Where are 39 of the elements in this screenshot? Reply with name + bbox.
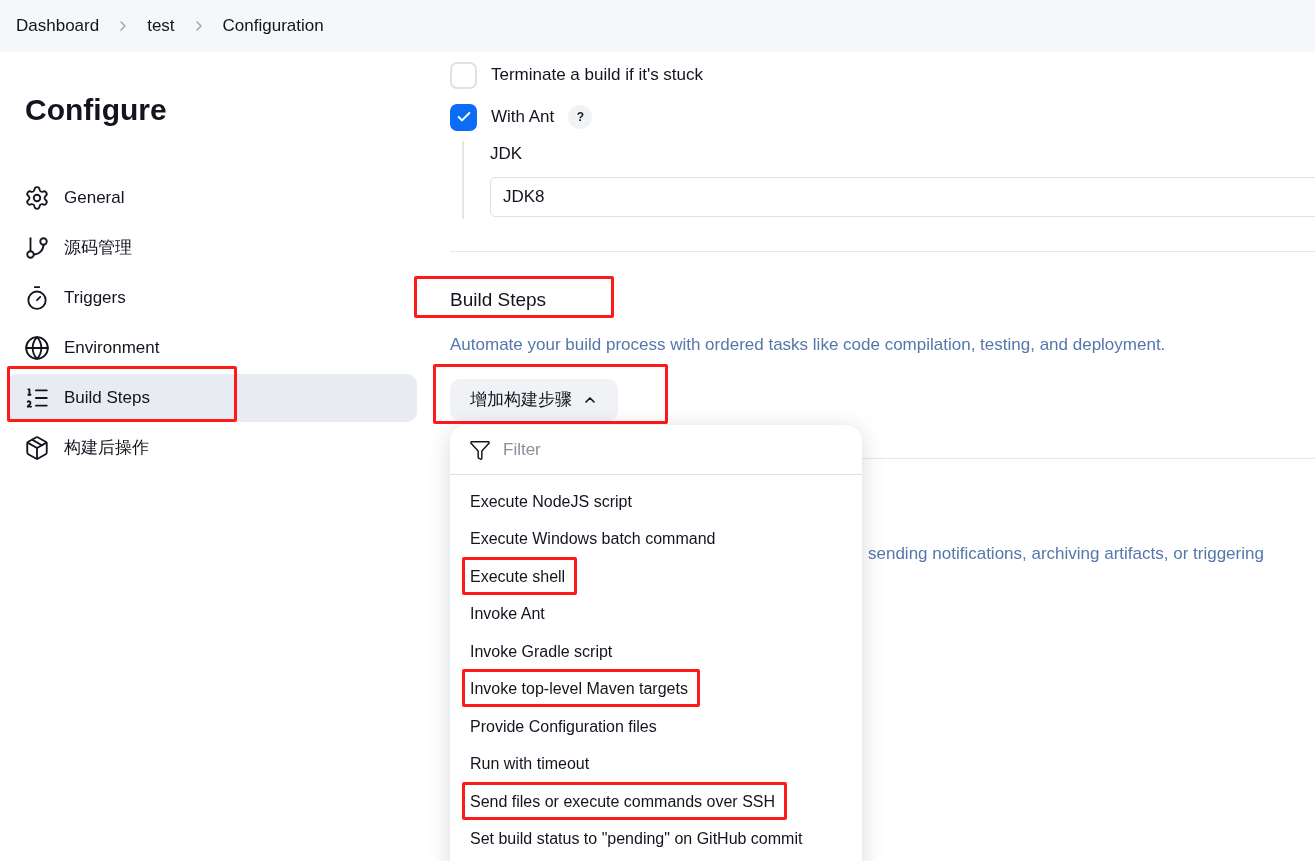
- menu-item[interactable]: Send files or execute commands over SSH: [470, 792, 776, 810]
- sidebar-item-icon: [24, 235, 50, 261]
- menu-item[interactable]: Execute Windows batch command: [470, 530, 716, 548]
- menu-item[interactable]: Run with timeout: [470, 755, 590, 773]
- sidebar-item[interactable]: Triggers: [7, 274, 417, 322]
- field-label: JDK: [490, 143, 524, 165]
- sidebar-item-icon: [24, 335, 50, 361]
- page-title: Configure: [25, 92, 168, 128]
- add-build-step-button[interactable]: 增加构建步骤: [450, 379, 618, 421]
- breadcrumb-link[interactable]: Dashboard: [16, 13, 100, 39]
- menu-item[interactable]: Provide Configuration files: [470, 717, 657, 735]
- section-description: Automate your build process with ordered tasks like code compilation, testing, and deployment.: [450, 333, 1167, 356]
- menu-item[interactable]: Invoke Gradle script: [470, 642, 613, 660]
- sidebar-item[interactable]: General: [7, 174, 417, 222]
- sidebar-item[interactable]: 源码管理: [7, 224, 417, 272]
- section-heading: Build Steps: [450, 287, 548, 312]
- menu-item[interactable]: Execute NodeJS script: [470, 492, 632, 510]
- breadcrumb-link[interactable]: Configuration: [222, 13, 324, 39]
- menu-item[interactable]: Set build status to "pending" on GitHub commit: [470, 830, 803, 848]
- breadcrumb-link[interactable]: test: [147, 13, 175, 39]
- menu-item[interactable]: Invoke Ant: [470, 605, 545, 623]
- sidebar-item[interactable]: 构建后操作: [7, 424, 417, 472]
- sidebar-item-icon: [24, 185, 50, 211]
- sidebar-item[interactable]: Environment: [7, 324, 417, 372]
- menu-item[interactable]: Execute shell: [470, 567, 566, 585]
- section-description: sending notifications, archiving artifacts, or triggering: [868, 543, 1265, 565]
- checkbox[interactable]: [450, 61, 477, 89]
- sidebar-item-icon: [24, 385, 50, 411]
- filter-field[interactable]: Filter: [503, 436, 803, 463]
- checkbox-label: With Ant: [491, 106, 555, 129]
- sidebar-item-icon: [24, 435, 50, 461]
- filter-icon: [469, 438, 491, 461]
- help-button[interactable]: ?: [568, 105, 593, 129]
- checkbox-label: Terminate a build if it's stuck: [491, 64, 704, 87]
- menu-item[interactable]: Invoke top-level Maven targets: [470, 680, 688, 698]
- sidebar-item-icon: [24, 285, 50, 311]
- jdk-select[interactable]: JDK8: [490, 176, 1315, 217]
- checkbox[interactable]: [450, 103, 477, 131]
- sidebar-item[interactable]: Build Steps: [7, 374, 417, 422]
